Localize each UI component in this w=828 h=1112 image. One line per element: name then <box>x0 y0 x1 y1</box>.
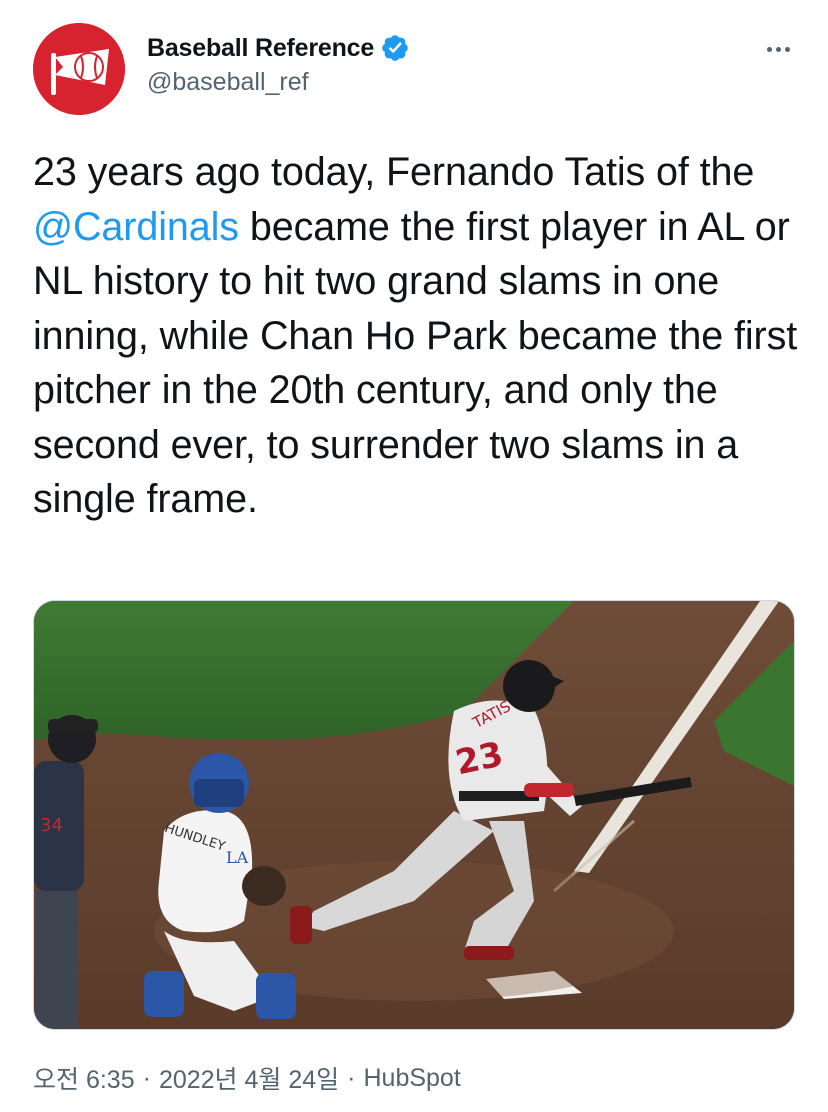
author-avatar[interactable] <box>33 23 125 115</box>
mention-link[interactable]: @Cardinals <box>33 205 239 249</box>
more-horizontal-icon <box>775 46 781 52</box>
tweet-photo[interactable]: 34 HUNDLEY LA TATIS 23 <box>33 600 795 1030</box>
tweet-text-start: 23 years ago today, Fernando Tatis of th… <box>33 150 755 194</box>
tweet-text: 23 years ago today, Fernando Tatis of th… <box>33 145 803 527</box>
author-display-name[interactable]: Baseball Reference <box>147 34 374 63</box>
svg-text:34: 34 <box>40 815 63 836</box>
baseball-photo: 34 HUNDLEY LA TATIS 23 <box>34 601 794 1029</box>
tweet-source-link[interactable]: HubSpot <box>363 1064 460 1093</box>
separator-dot: · <box>347 1063 356 1092</box>
more-horizontal-icon <box>784 46 790 52</box>
display-name-row: Baseball Reference <box>147 30 410 66</box>
timestamp-row: 오전 6:35 · 2022년 4월 24일 · HubSpot <box>33 1060 461 1096</box>
tweet-time[interactable]: 오전 6:35 <box>33 1060 135 1096</box>
tweet: Baseball Reference @baseball_ref 23 year… <box>0 0 828 1112</box>
separator-dot: · <box>142 1063 151 1092</box>
tweet-date[interactable]: 2022년 4월 24일 <box>159 1060 339 1096</box>
author-handle[interactable]: @baseball_ref <box>147 68 410 97</box>
svg-text:LA: LA <box>226 848 249 867</box>
author-info: Baseball Reference @baseball_ref <box>147 30 410 97</box>
tweet-text-end: became the first player in AL or NL hist… <box>33 204 798 522</box>
verified-badge-icon <box>380 33 410 63</box>
pennant-baseball-logo-icon <box>33 23 125 115</box>
more-options-button[interactable] <box>756 34 800 64</box>
more-horizontal-icon <box>766 46 772 52</box>
